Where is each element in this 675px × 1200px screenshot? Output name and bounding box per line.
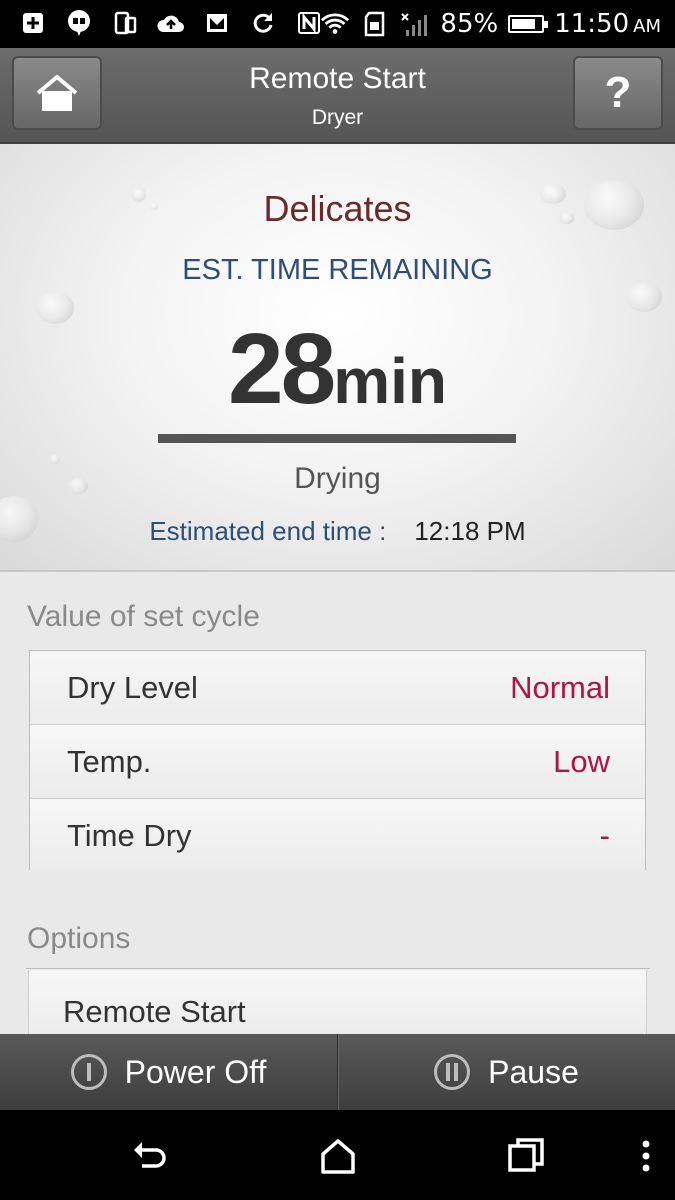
no-signal-icon <box>400 9 430 39</box>
time-remaining-unit: min <box>333 345 447 417</box>
mail-icon <box>202 8 232 38</box>
cycle-row-value: Low <box>553 744 610 779</box>
device-icon <box>110 8 140 38</box>
cycle-row-value: Normal <box>510 670 610 705</box>
battery-percentage: 85% <box>440 9 499 39</box>
time-remaining-value: 28 <box>227 313 336 425</box>
clock-ampm: AM <box>633 16 661 37</box>
help-button[interactable]: ? <box>573 56 663 130</box>
cycle-row-dry-level: Dry Level Normal <box>30 651 645 725</box>
system-nav-bar <box>0 1110 675 1200</box>
time-remaining: 28min <box>0 312 675 427</box>
cycle-progress-fill <box>158 434 516 443</box>
cycle-course-name: Delicates <box>263 188 412 229</box>
pause-icon <box>434 1054 471 1090</box>
action-bar: Power Off Pause <box>0 1034 675 1110</box>
cycle-state: Drying <box>294 462 381 495</box>
cycle-row-temp: Temp. Low <box>30 725 645 799</box>
cycle-status-panel: Delicates EST. TIME REMAINING 28min Dryi… <box>0 144 675 572</box>
sd-card-icon <box>360 9 390 39</box>
est-time-label: EST. TIME REMAINING <box>182 254 493 286</box>
option-item-remote-start[interactable]: Remote Start <box>28 970 647 1034</box>
cycle-row-value: - <box>599 818 610 853</box>
end-time-value: 12:18 PM <box>414 516 526 546</box>
overflow-menu-icon[interactable] <box>626 1136 666 1176</box>
options-section-title: Options <box>27 922 131 955</box>
notification-icons <box>18 8 324 38</box>
status-bar: 85% 11:50 AM <box>0 0 675 48</box>
set-cycle-section-title: Value of set cycle <box>27 600 260 633</box>
pause-button[interactable]: Pause <box>337 1034 675 1110</box>
power-icon <box>70 1054 107 1090</box>
cycle-row-label: Dry Level <box>67 670 198 705</box>
cloud-upload-icon <box>156 8 186 38</box>
hangouts-icon <box>64 8 94 38</box>
cycle-row-label: Time Dry <box>67 818 192 853</box>
wifi-icon <box>320 9 350 39</box>
cycle-row-time-dry: Time Dry - <box>30 799 645 872</box>
cycle-row-label: Temp. <box>67 744 152 779</box>
pause-label: Pause <box>488 1053 579 1090</box>
sync-icon <box>248 8 278 38</box>
options-divider <box>26 968 650 969</box>
battery-level <box>512 19 536 29</box>
help-icon: ? <box>604 68 632 117</box>
battery-icon <box>508 15 549 33</box>
estimated-end-time: Estimated end time : 12:18 PM <box>0 516 675 547</box>
app-header: Remote Start Dryer ? <box>0 48 675 144</box>
back-icon[interactable] <box>130 1136 170 1176</box>
clock-time: 11:50 <box>554 9 630 39</box>
clock: 11:50 AM <box>554 9 661 39</box>
add-icon <box>18 8 48 38</box>
recent-apps-icon[interactable] <box>506 1136 546 1176</box>
set-cycle-list: Dry Level Normal Temp. Low Time Dry - <box>29 650 646 872</box>
cycle-progress-bar <box>158 434 516 443</box>
end-time-label: Estimated end time : <box>149 516 387 546</box>
home-nav-icon[interactable] <box>318 1136 358 1176</box>
power-off-button[interactable]: Power Off <box>0 1034 337 1110</box>
status-indicators: 85% 11:50 AM <box>320 0 661 48</box>
power-off-label: Power Off <box>124 1053 267 1090</box>
option-item-label: Remote Start <box>63 994 246 1029</box>
